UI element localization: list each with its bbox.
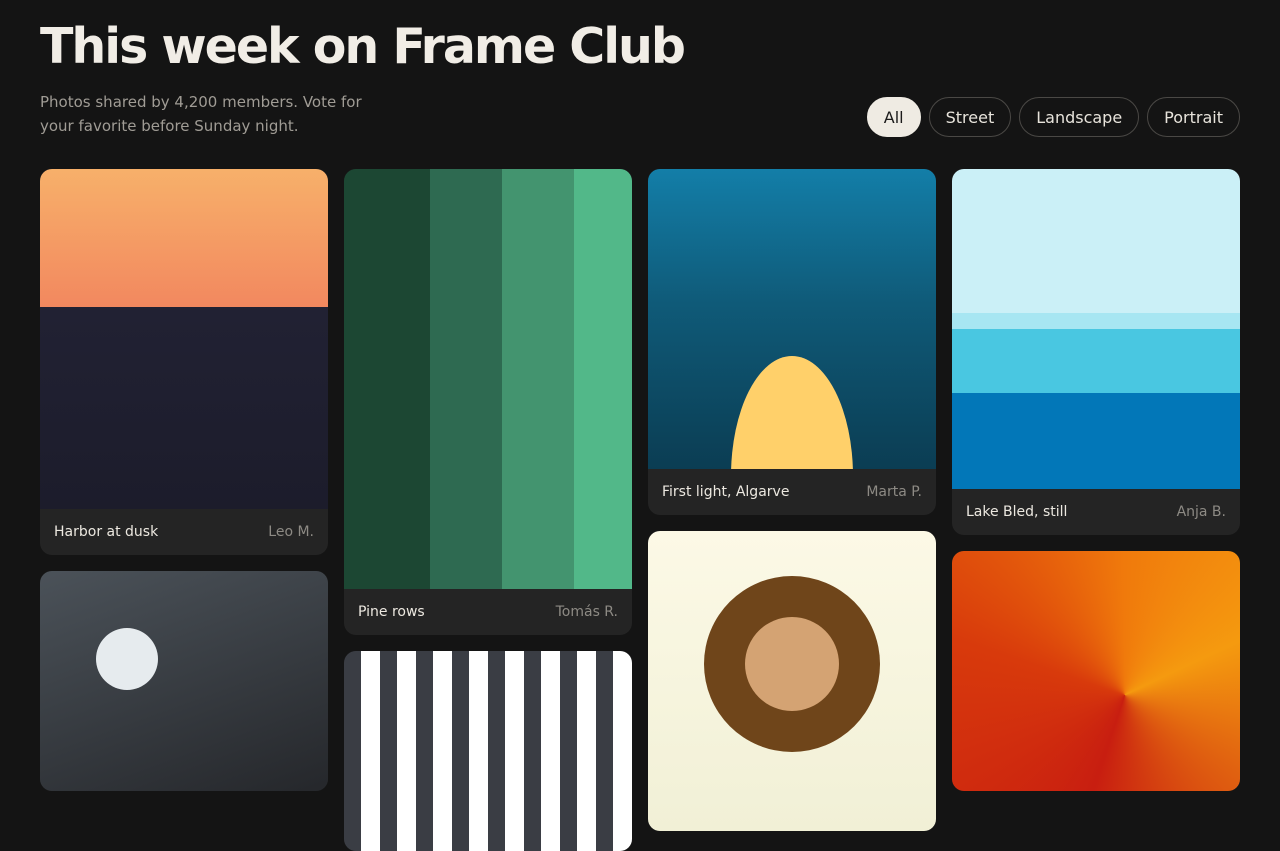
photo-image [648, 169, 936, 469]
filter-landscape[interactable]: Landscape [1019, 97, 1140, 137]
photo-title: Pine rows [358, 604, 425, 620]
filter-all[interactable]: All [866, 97, 921, 137]
photo-caption: First light, Algarve Marta P. [648, 469, 936, 515]
photo-image [40, 169, 328, 509]
photo-image [952, 551, 1240, 791]
photo-card-ember[interactable] [952, 551, 1240, 791]
photo-title: Harbor at dusk [54, 524, 159, 540]
filter-bar: All Street Landscape Portrait [866, 97, 1240, 137]
photo-caption: Pine rows Tomás R. [344, 589, 632, 635]
photo-card-bled[interactable]: Lake Bled, still Anja B. [952, 169, 1240, 535]
photo-image [648, 531, 936, 831]
photo-caption: Lake Bled, still Anja B. [952, 489, 1240, 535]
photo-image [952, 169, 1240, 489]
photo-author[interactable]: Marta P. [866, 484, 922, 500]
photo-author[interactable]: Leo M. [268, 524, 314, 540]
photo-image [40, 571, 328, 791]
photo-image [344, 169, 632, 589]
photo-card-algarve[interactable]: First light, Algarve Marta P. [648, 169, 936, 515]
page-title: This week on Frame Club [40, 18, 686, 75]
photo-author[interactable]: Anja B. [1177, 504, 1226, 520]
photo-title: Lake Bled, still [966, 504, 1068, 520]
page-subtitle: Photos shared by 4,200 members. Vote for… [40, 93, 362, 135]
filter-portrait[interactable]: Portrait [1147, 97, 1240, 137]
photo-card-moon[interactable] [40, 571, 328, 791]
photo-card-pine[interactable]: Pine rows Tomás R. [344, 169, 632, 635]
photo-author[interactable]: Tomás R. [556, 604, 618, 620]
filter-street[interactable]: Street [928, 97, 1012, 137]
photo-caption: Harbor at dusk Leo M. [40, 509, 328, 555]
photo-title: First light, Algarve [662, 484, 790, 500]
photo-card-coffee[interactable] [648, 531, 936, 831]
photo-card-harbor[interactable]: Harbor at dusk Leo M. [40, 169, 328, 555]
photo-image [344, 651, 632, 851]
photo-card-stripes[interactable] [344, 651, 632, 851]
